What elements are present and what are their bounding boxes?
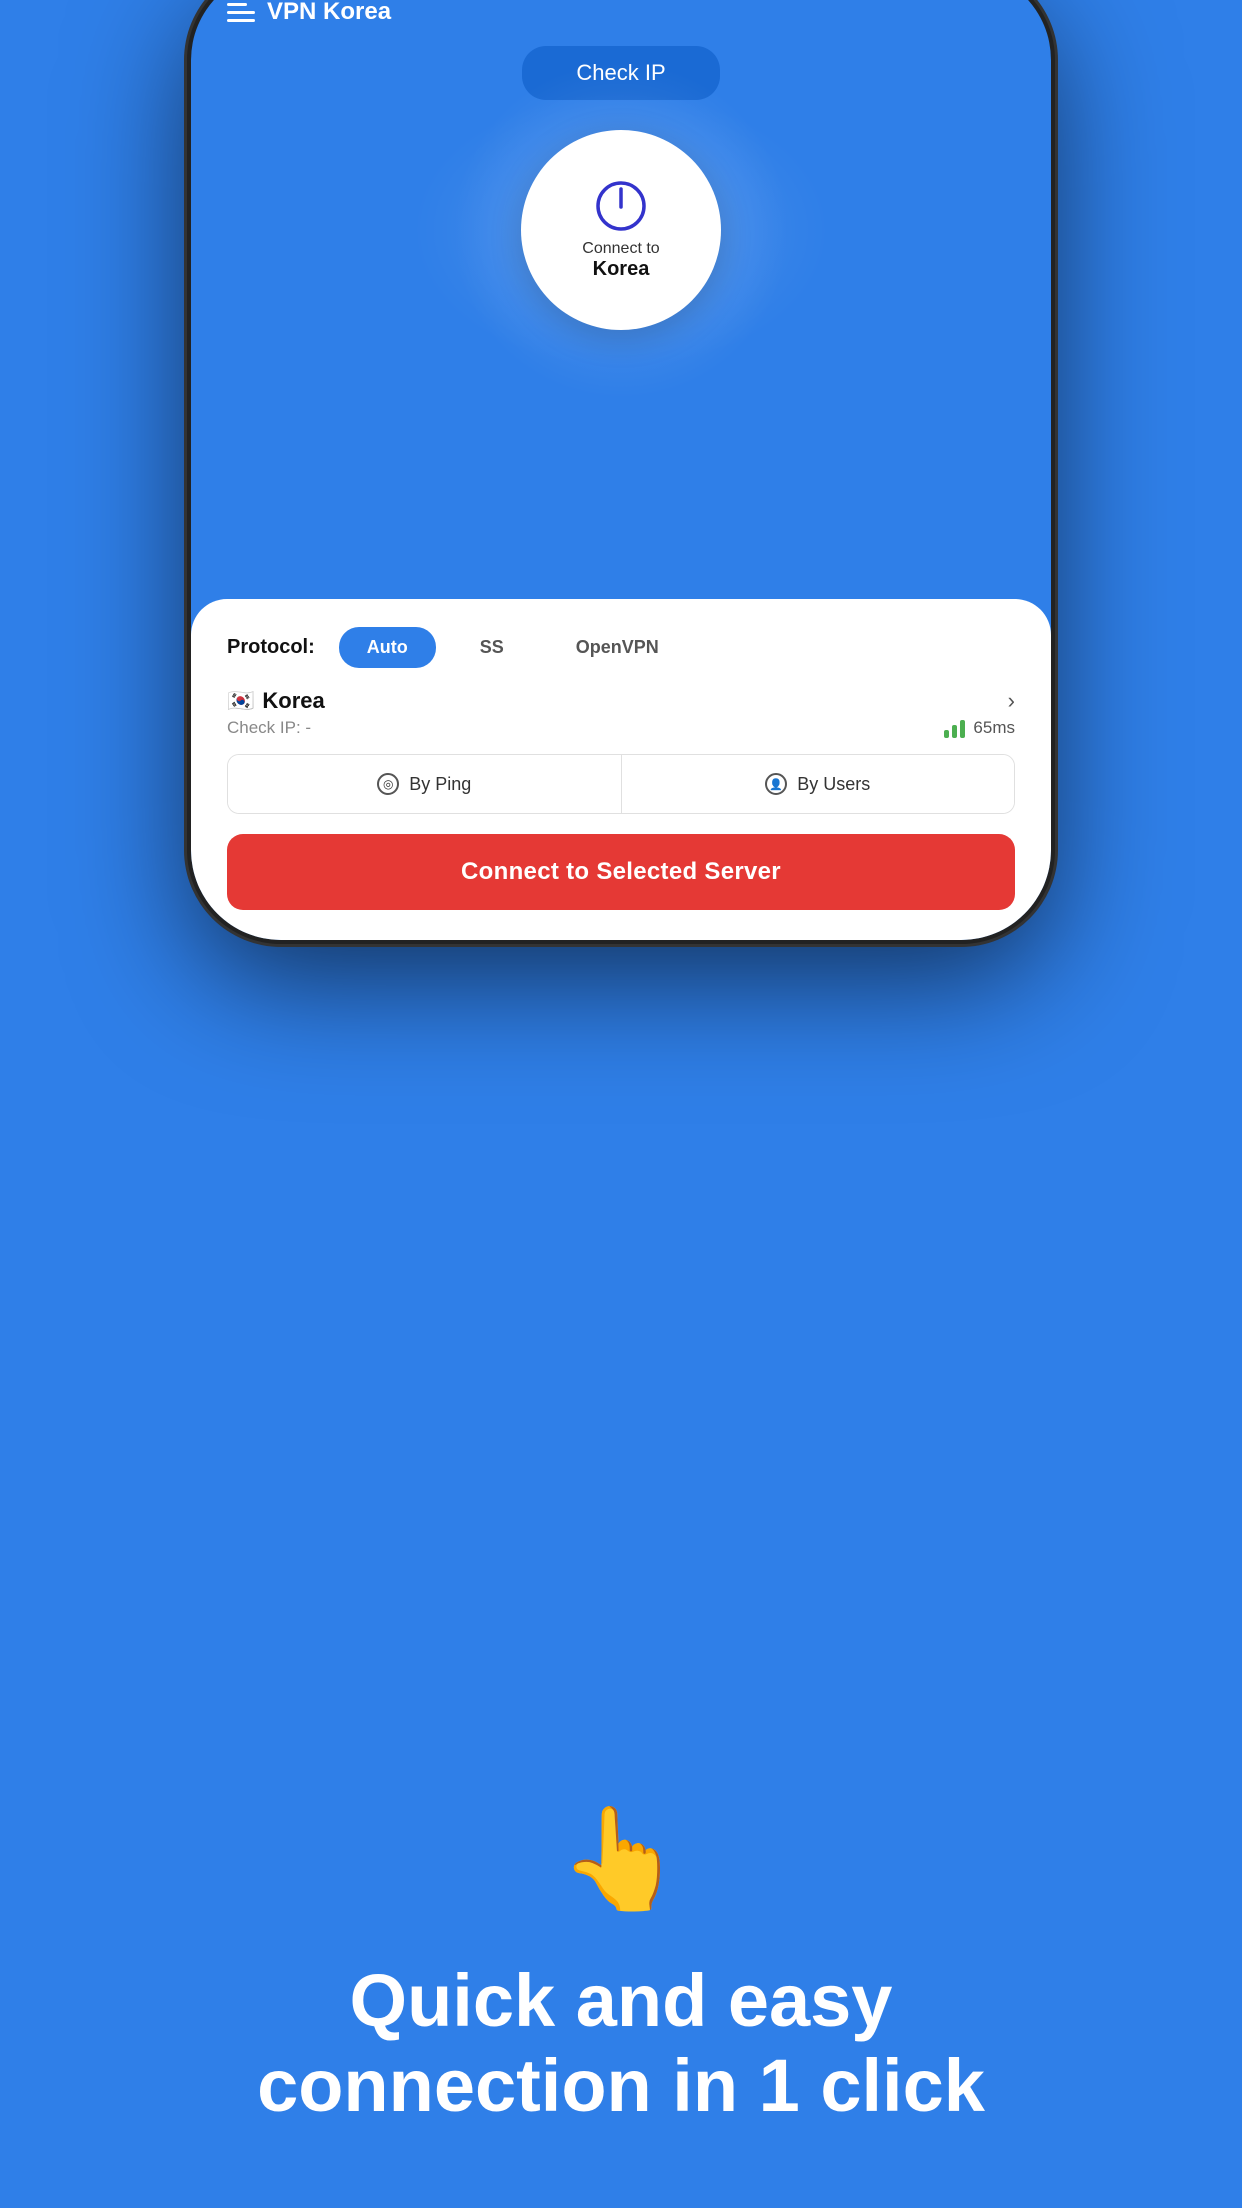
app-title: VPN Korea [267,0,391,26]
sort-by-users-label: By Users [797,774,870,795]
sort-by-users-button[interactable]: 👤 By Users [622,755,1015,813]
country-flag: 🇰🇷 [227,688,254,714]
server-row: 🇰🇷 Korea › [227,688,1015,714]
signal-bar-2 [952,725,957,738]
protocol-openvpn-button[interactable]: OpenVPN [548,627,687,668]
phone-mockup: VPN Korea Check IP Connect to Korea [191,0,1051,940]
ping-area: 65ms [944,718,1015,738]
protocol-label: Protocol: [227,636,315,659]
tagline-text: Quick and easy connection in 1 click [171,1958,1071,2128]
app-header: VPN Korea [191,0,1051,36]
protocol-ss-button[interactable]: SS [452,627,532,668]
phone-screen: VPN Korea Check IP Connect to Korea [191,0,1051,940]
connect-country: Korea [593,258,650,281]
chevron-right-icon[interactable]: › [1008,688,1015,714]
below-phone-section: 👆 Quick and easy connection in 1 click [0,1801,1242,2208]
ping-sort-icon: ◎ [377,773,399,795]
users-sort-icon: 👤 [765,773,787,795]
server-name: 🇰🇷 Korea [227,688,325,714]
ping-value: 65ms [973,718,1015,738]
menu-icon[interactable] [227,3,255,22]
connect-selected-server-button[interactable]: Connect to Selected Server [227,834,1015,910]
protocol-auto-button[interactable]: Auto [339,627,436,668]
power-icon [594,179,648,233]
bottom-card: Protocol: Auto SS OpenVPN 🇰🇷 Korea › Che… [191,599,1051,940]
signal-bar-3 [960,720,965,738]
server-check-ip: Check IP: - [227,718,311,738]
power-button[interactable]: Connect to Korea [521,130,721,330]
connect-label: Connect to [582,239,659,258]
server-sub-row: Check IP: - 65ms [227,718,1015,738]
power-area: Connect to Korea [191,130,1051,330]
protocol-row: Protocol: Auto SS OpenVPN [227,627,1015,668]
finger-pointing-icon: 👆 [559,1801,684,1918]
signal-bars [944,718,965,738]
sort-row: ◎ By Ping 👤 By Users [227,754,1015,814]
signal-bar-1 [944,730,949,738]
sort-by-ping-button[interactable]: ◎ By Ping [228,755,622,813]
sort-by-ping-label: By Ping [409,774,471,795]
server-country: Korea [262,688,324,714]
